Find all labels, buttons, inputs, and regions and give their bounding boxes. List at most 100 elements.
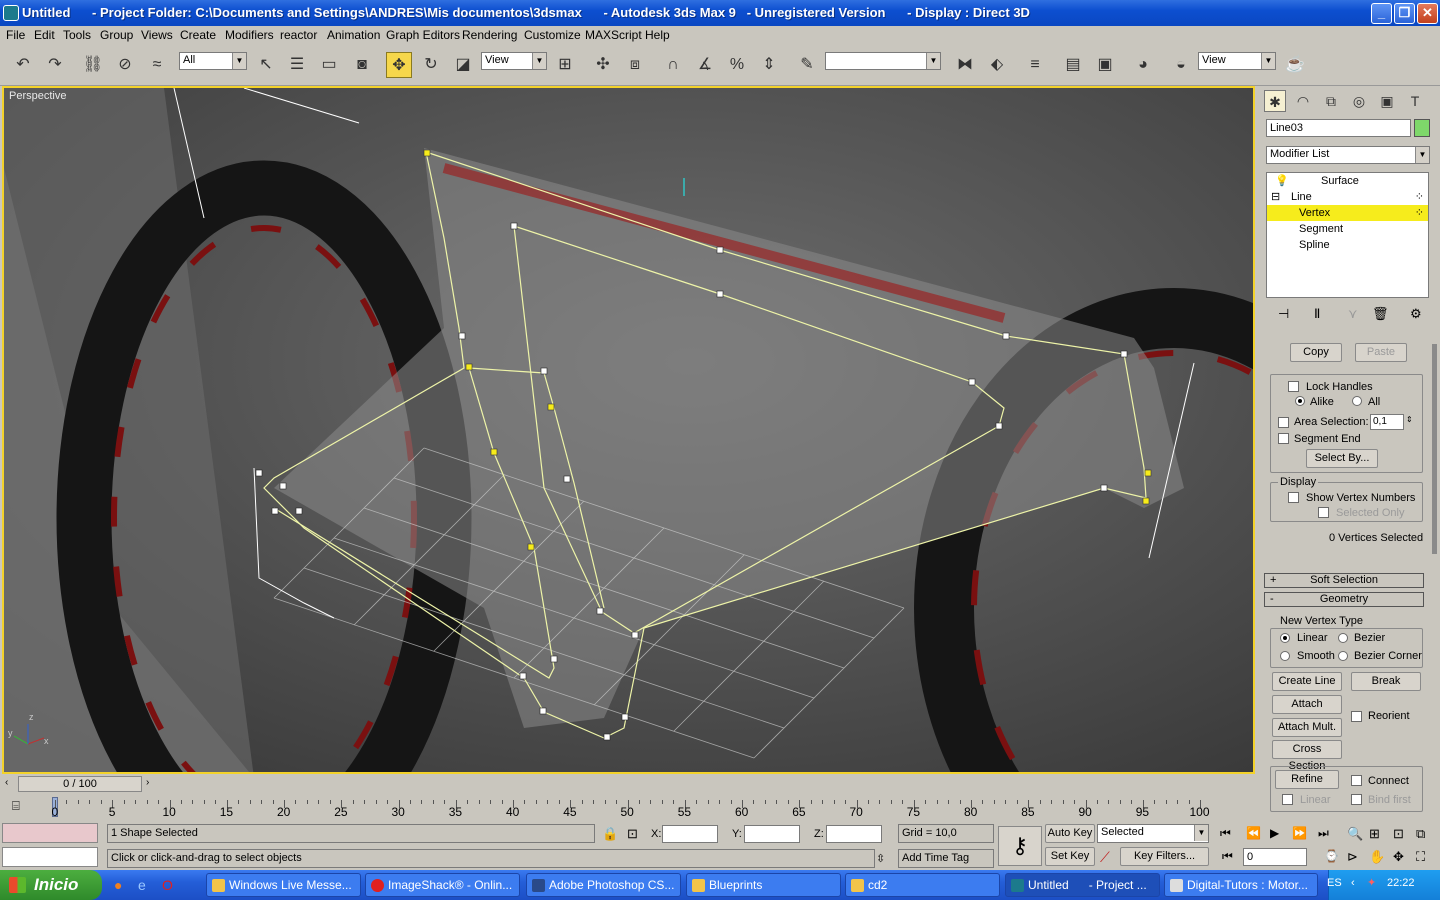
stack-item-segment[interactable]: Segment [1267,221,1428,237]
absolute-mode-icon[interactable]: ⊡ [627,826,638,842]
selection-filter-dropdown[interactable]: All ▼ [179,52,247,70]
refine-button[interactable]: Refine [1275,770,1339,789]
segment-end-checkbox[interactable] [1278,433,1289,444]
current-frame-input[interactable]: 0 [1243,848,1307,866]
area-selection-checkbox[interactable] [1278,417,1289,428]
percent-snap-icon[interactable]: % [724,52,750,78]
select-by-name-icon[interactable]: ☰ [284,52,310,78]
zoom-extents-icon[interactable]: ⊡ [1393,826,1404,842]
task-cd2-folder[interactable]: cd2 [845,873,1000,897]
maximize-viewport-icon[interactable]: ⛶ [1416,849,1425,865]
bulb-icon[interactable]: 💡 [1275,173,1289,189]
restore-button[interactable]: ❐ [1394,3,1415,24]
menu-rendering[interactable]: Rendering [462,28,517,42]
z-coordinate-input[interactable] [826,825,882,843]
pan-view-icon[interactable]: ✋ [1369,849,1385,865]
tray-expand-icon[interactable]: ‹ [1351,877,1355,889]
time-tag-icon[interactable]: ⇳ [876,852,885,865]
connect-checkbox[interactable] [1351,775,1362,786]
reference-coordinate-dropdown[interactable]: View ▼ [481,52,547,70]
play-icon[interactable]: ▶ [1270,826,1279,840]
selected-only-checkbox[interactable] [1318,507,1329,518]
viewport-label[interactable]: Perspective [9,90,66,102]
select-object-icon[interactable]: ↖ [253,52,279,78]
select-and-rotate-icon[interactable]: ↻ [418,52,444,78]
remove-modifier-icon[interactable]: 🗑 [1372,306,1389,322]
paste-button[interactable]: Paste [1355,343,1407,362]
track-bar[interactable]: ⌸ 0 5 10 15 20 25 30 35 40 45 50 55 60 65 70 75 80 85 90 95… [0,794,1255,820]
window-crossing-icon[interactable]: ◙ [349,52,375,78]
time-slider[interactable]: 0 / 100 [18,776,142,792]
select-and-link-icon[interactable]: ⛓ [80,52,106,78]
adobe-reader-icon[interactable]: ✦ [1367,876,1376,889]
auto-key-button[interactable]: Auto Key [1045,824,1095,843]
menu-file[interactable]: File [6,28,25,42]
menu-create[interactable]: Create [180,28,216,42]
key-filters-button[interactable]: Key Filters... [1120,847,1209,866]
lock-handles-checkbox[interactable] [1288,381,1299,392]
perspective-viewport[interactable]: Perspective x y z [2,86,1255,774]
undo-icon[interactable]: ↶ [10,52,36,78]
render-scene-icon[interactable]: ◒ [1168,52,1194,78]
attach-mult-button[interactable]: Attach Mult. [1272,718,1342,737]
stack-item-line[interactable]: ⊟ Line ⁘ [1267,189,1428,205]
arc-rotate-icon[interactable]: ✥ [1393,849,1404,865]
schematic-view-icon[interactable]: ▣ [1092,52,1118,78]
stack-item-surface[interactable]: 💡 Surface [1267,173,1428,189]
internet-explorer-icon[interactable]: e [138,877,146,893]
next-frame-icon[interactable]: › [146,777,149,788]
minus-box-icon[interactable]: ⊟ [1271,189,1280,205]
task-digital-tutors[interactable]: Digital-Tutors : Motor... [1164,873,1318,897]
command-panel-scrollbar[interactable] [1432,344,1437,554]
show-vertex-numbers-checkbox[interactable] [1288,492,1299,503]
previous-frame-icon[interactable]: ‹ [5,777,8,788]
start-button[interactable]: Inicio [0,870,102,900]
create-line-button[interactable]: Create Line [1272,672,1342,691]
menu-maxscript[interactable]: MAXScript [585,28,642,42]
curve-editor-icon[interactable]: ▤ [1060,52,1086,78]
geometry-rollout[interactable]: - Geometry [1264,592,1424,607]
pin-stack-icon[interactable]: ⊣ [1278,306,1289,322]
reorient-checkbox[interactable] [1351,711,1362,722]
task-3dsmax[interactable]: Untitled - Project ... [1005,873,1160,897]
edit-named-selection-icon[interactable]: ✎ [794,52,820,78]
mirror-icon[interactable]: ⧓ [952,52,978,78]
rectangular-selection-icon[interactable]: ▭ [316,52,342,78]
manipulate-icon[interactable]: ✣ [590,52,616,78]
break-button[interactable]: Break [1351,672,1421,691]
field-of-view-icon[interactable]: ⊳ [1347,849,1358,865]
modifier-list-dropdown[interactable]: Modifier List ▼ [1266,146,1430,164]
maxscript-input-mini[interactable] [2,847,98,867]
pivot-center-icon[interactable]: ⊞ [552,52,578,78]
align-icon[interactable]: ⬖ [984,52,1010,78]
linear-radio[interactable] [1280,633,1290,643]
angle-snap-icon[interactable]: ∡ [692,52,718,78]
utilities-tab-icon[interactable]: T [1404,90,1426,112]
set-key-button[interactable]: Set Key [1045,847,1095,866]
select-and-scale-icon[interactable]: ◪ [450,52,476,78]
smooth-radio[interactable] [1280,651,1290,661]
zoom-extents-all-icon[interactable]: ⧉ [1416,826,1425,842]
menu-modifiers[interactable]: Modifiers [225,28,274,42]
configure-modifier-sets-icon[interactable]: ⚙ [1410,306,1422,322]
motion-tab-icon[interactable]: ◎ [1348,90,1370,112]
select-and-move-icon[interactable]: ✥ [386,52,412,78]
soft-selection-rollout[interactable]: + Soft Selection [1264,573,1424,588]
alike-radio[interactable] [1295,396,1305,406]
go-to-start-icon[interactable]: ⏮ [1220,826,1231,841]
close-button[interactable]: ✕ [1417,3,1438,24]
menu-group[interactable]: Group [100,28,133,42]
object-color-swatch[interactable] [1414,119,1430,137]
zoom-icon[interactable]: 🔍 [1347,826,1363,842]
hierarchy-tab-icon[interactable]: ⧉ [1320,90,1342,112]
modifier-stack[interactable]: 💡 Surface ⊟ Line ⁘ Vertex ⁘ Segment Spline [1266,172,1429,298]
all-radio[interactable] [1352,396,1362,406]
maxscript-listener-mini[interactable] [2,823,98,843]
task-blueprints-folder[interactable]: Blueprints [686,873,841,897]
minimize-button[interactable]: _ [1371,3,1392,24]
make-unique-icon[interactable]: ⋎ [1348,306,1358,322]
stack-item-spline[interactable]: Spline [1267,237,1428,253]
menu-views[interactable]: Views [141,28,173,42]
show-end-result-icon[interactable]: Ⅱ [1314,306,1320,322]
select-by-button[interactable]: Select By... [1306,449,1378,468]
